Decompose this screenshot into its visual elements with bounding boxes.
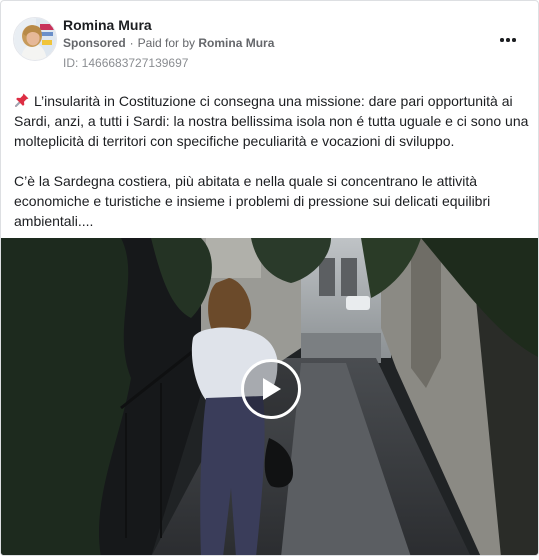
- sponsored-label[interactable]: Sponsored: [63, 36, 126, 50]
- author-name[interactable]: Romina Mura: [63, 17, 152, 33]
- sponsored-line: Sponsored · Paid for by Romina Mura: [63, 36, 274, 50]
- play-button[interactable]: [241, 359, 301, 419]
- more-options-icon: [500, 38, 504, 42]
- ad-card: Romina Mura Sponsored · Paid for by Romina…: [0, 0, 539, 556]
- post-header: Romina Mura Sponsored · Paid for by Romina…: [1, 1, 538, 81]
- more-options-button[interactable]: [496, 31, 520, 49]
- post-paragraph-2: C’è la Sardegna costiera, più abitata e …: [14, 173, 491, 229]
- play-icon: [263, 378, 281, 400]
- avatar[interactable]: [13, 17, 57, 61]
- post-paragraph-1-text: L’insularità in Costituzione ci consegna…: [14, 93, 529, 149]
- ad-id: ID: 1466683727139697: [63, 56, 189, 70]
- meta-separator: ·: [129, 36, 134, 50]
- more-options-dot: [512, 38, 516, 42]
- post-paragraph-1: L’insularità in Costituzione ci consegna…: [14, 91, 529, 151]
- avatar-image: [14, 18, 56, 60]
- post-text: L’insularità in Costituzione ci consegna…: [14, 91, 529, 231]
- video-player[interactable]: [1, 238, 538, 555]
- paid-for-prefix: Paid for by: [137, 36, 196, 50]
- more-options-dot: [506, 38, 510, 42]
- paid-for-name[interactable]: Romina Mura: [198, 36, 274, 50]
- pushpin-icon: [15, 93, 29, 107]
